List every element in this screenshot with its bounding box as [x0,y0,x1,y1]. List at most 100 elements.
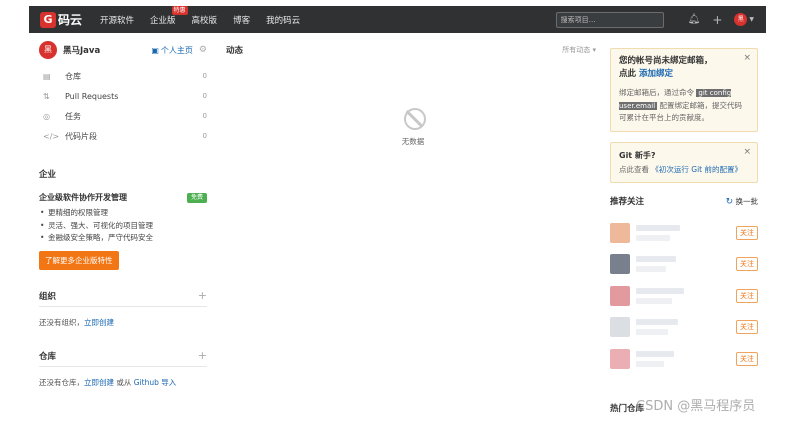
list-item: 关注 [610,343,758,375]
follow-button[interactable]: 关注 [736,351,758,366]
bell-icon[interactable]: 🔔︎ [688,14,701,25]
logo[interactable]: G 码云 [40,11,82,28]
follow-button[interactable]: 关注 [736,320,758,335]
close-icon[interactable]: × [743,53,751,63]
add-binding-link[interactable]: 添加绑定 [639,69,673,79]
repo-empty-text: 还没有仓库，立即创建 或从 Github 导入 [39,377,207,388]
plus-icon[interactable]: + [712,13,722,27]
nav-my-gitee[interactable]: 我的码云 [266,14,300,26]
user-info-blurred [636,224,680,241]
follow-button[interactable]: 关注 [736,288,758,303]
email-bind-notice: × 您的帐号尚未绑定邮箱， 点此 添加绑定 绑定邮箱后，通过命令 git con… [610,48,758,132]
user-name[interactable]: 黑马Java [63,44,100,56]
git-newbie-notice: × Git 新手? 点此查看 《初次运行 Git 前的配置》 [610,141,758,183]
refresh-icon: ↻ [725,196,734,207]
gear-icon[interactable]: ⚙ [199,45,207,55]
org-empty-text: 还没有组织，立即创建 [39,317,207,328]
nav-enterprise[interactable]: 企业版 特惠 [150,5,188,26]
menu-item-label: 任务 [65,111,81,121]
list-item: 金融级安全策略，严守代码安全 [39,232,207,245]
github-import-link[interactable]: Github 导入 [134,378,177,387]
list-item: 关注 [610,280,758,312]
create-org-link[interactable]: 立即创建 [84,318,114,327]
user-row: 黑 黑马Java ▣ 个人主页 ⚙ [39,40,207,60]
user-avatar[interactable] [610,317,630,338]
notice-title: 您的帐号尚未绑定邮箱， 点此 添加绑定 [619,55,749,81]
git-notice-title: Git 新手? [619,150,656,160]
repo-icon: ▤ [43,71,51,81]
user-avatar[interactable] [610,222,630,243]
menu-item-issues[interactable]: ◎ 任务 0 [39,106,207,126]
close-icon[interactable]: × [743,147,751,157]
feed-filter-label: 所有动态 [562,46,591,54]
logo-mark: G [40,11,56,28]
chevron-down-icon: ▾ [592,46,596,54]
chevron-down-icon[interactable]: ▼ [749,16,754,23]
menu-item-label: Pull Requests [65,91,119,101]
follow-button[interactable]: 关注 [736,257,758,272]
org-empty-label: 还没有组织， [39,317,84,327]
nav-enterprise-label: 企业版 [150,15,176,26]
menu-item-count: 0 [202,112,207,120]
user-avatar[interactable]: 黑 [39,41,57,59]
recommend-list: 关注 关注 关注 关注 关注 [610,217,758,375]
nav-education[interactable]: 高校版 [192,14,218,26]
git-config-guide-link[interactable]: 《初次运行 Git 前的配置》 [651,165,742,174]
refresh-button[interactable]: ↻ 换一批 [726,196,758,207]
menu-item-repos[interactable]: ▤ 仓库 0 [39,66,207,86]
enterprise-box-header: 企业级软件协作开发管理 免费 [39,192,207,203]
notice-body-before: 绑定邮箱后，通过命令 [619,88,694,97]
homepage-icon: ▣ [151,45,159,55]
menu-item-count: 0 [202,132,207,140]
enterprise-features: 更精细的权限管理 灵活、强大、可视化的项目管理 金融级安全策略，严守代码安全 [39,207,207,245]
enterprise-box-title: 企业级软件协作开发管理 [39,193,127,202]
nav-blog[interactable]: 博客 [233,14,250,26]
notice-title-prefix: 点此 [619,69,639,79]
list-item: 关注 [610,217,758,249]
feed-filter-dropdown[interactable]: 所有动态 ▾ [562,45,596,55]
menu-item-pull-requests[interactable]: ⇅ Pull Requests 0 [39,86,207,106]
add-repo-plus-icon[interactable]: + [198,350,207,361]
nav-right: 🔔︎ + 黑 ▼ [555,11,754,28]
homepage-link[interactable]: ▣ 个人主页 [151,45,193,56]
git-notice-body: 点此查看 《初次运行 Git 前的配置》 [619,164,749,177]
left-sidebar: 黑 黑马Java ▣ 个人主页 ⚙ ▤ 仓库 0 ⇅ Pull Requests… [39,40,207,388]
menu-item-snippets[interactable]: </> 代码片段 0 [39,126,207,146]
repo-header: 仓库 + [39,350,207,367]
menu-item-label: 仓库 [65,71,81,81]
org-header: 组织 + [39,290,207,307]
repo-title: 仓库 [39,351,57,362]
free-badge: 免费 [186,192,207,203]
create-repo-link[interactable]: 立即创建 [84,378,114,387]
user-info-blurred [636,287,684,304]
menu-item-count: 0 [202,72,207,80]
add-org-plus-icon[interactable]: + [198,290,207,301]
follow-button[interactable]: 关注 [736,225,758,240]
nav-open-source[interactable]: 开源软件 [100,14,134,26]
repo-empty-label: 还没有仓库， [39,377,84,387]
activity-feed: 动态 所有动态 ▾ 无数据 [226,40,596,146]
user-avatar[interactable] [610,285,630,306]
feed-title: 动态 [226,46,244,56]
notice-body: 绑定邮箱后，通过命令 git config user.email 配置绑定邮箱，… [619,87,749,125]
right-sidebar: × 您的帐号尚未绑定邮箱， 点此 添加绑定 绑定邮箱后，通过命令 git con… [610,48,758,375]
repo-or-label: 或从 [114,377,134,387]
notice-title-line1: 您的帐号尚未绑定邮箱， [619,56,713,66]
empty-state: 无数据 [400,108,430,147]
pull-request-icon: ⇅ [43,91,50,101]
user-menu: ▤ 仓库 0 ⇅ Pull Requests 0 ◎ 任务 0 </> 代码片段… [39,66,207,146]
watermark: CSDN @黑马程序员 [636,399,756,414]
no-data-icon [404,108,426,130]
special-badge: 特惠 [171,5,188,15]
user-avatar[interactable] [610,348,630,369]
enterprise-learn-more-button[interactable]: 了解更多企业版特性 [39,250,119,270]
avatar[interactable]: 黑 [734,13,748,26]
user-info-blurred [636,319,678,336]
search-input[interactable] [555,11,664,28]
list-item: 灵活、强大、可视化的项目管理 [39,220,207,233]
recommend-title: 推荐关注 [610,197,645,207]
logo-text: 码云 [58,13,83,27]
menu-item-label: 代码片段 [65,131,97,141]
user-avatar[interactable] [610,254,630,275]
code-icon: </> [43,131,60,141]
